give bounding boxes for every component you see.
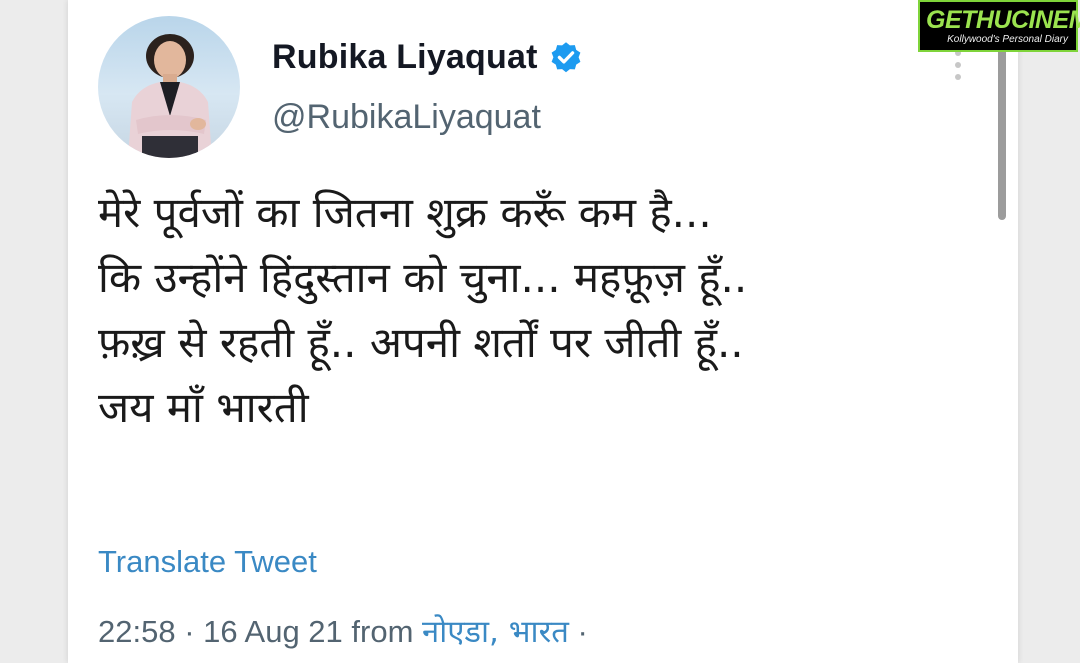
tweet-text-line: कि उन्होंने हिंदुस्तान को चुना... महफ़ूज…	[98, 253, 748, 302]
tweet-location[interactable]: नोएडा, भारत	[422, 614, 569, 650]
tweet-text: मेरे पूर्वजों का जितना शुक्र करूँ कम है.…	[98, 180, 978, 440]
tweet-text-line: जय माँ भारती	[98, 383, 309, 432]
avatar[interactable]	[98, 16, 240, 158]
tweet-time[interactable]: 22:58	[98, 614, 176, 649]
author-name[interactable]: Rubika Liyaquat	[272, 38, 538, 77]
tweet-text-line: मेरे पूर्वजों का जितना शुक्र करूँ कम है.…	[98, 188, 712, 237]
watermark-brand: GETHUCINEMA	[926, 6, 1080, 34]
watermark-tagline: Kollywood's Personal Diary	[947, 34, 1068, 45]
watermark-logo: GETHUCINEMA Kollywood's Personal Diary	[918, 0, 1080, 52]
verified-badge-icon	[551, 41, 581, 72]
translate-tweet-link[interactable]: Translate Tweet	[98, 544, 317, 580]
author-row: Rubika Liyaquat	[272, 38, 584, 77]
avatar-image	[128, 34, 212, 158]
more-options-icon[interactable]	[952, 50, 964, 82]
tweet-date[interactable]: 16 Aug 21	[203, 614, 343, 649]
scrollbar[interactable]	[998, 40, 1006, 220]
from-label: from	[351, 614, 414, 649]
meta-separator: ·	[184, 614, 195, 649]
tweet-metadata: 22:58 · 16 Aug 21 from नोएडा, भारत ·	[98, 610, 588, 652]
meta-separator-trailing: ·	[577, 614, 588, 649]
tweet-text-line: फ़ख़्र से रहती हूँ.. अपनी शर्तों पर जीती…	[98, 318, 744, 367]
author-handle[interactable]: @RubikaLiyaquat	[272, 98, 541, 137]
tweet-card: Rubika Liyaquat @RubikaLiyaquat मेरे पूर…	[68, 0, 1018, 663]
